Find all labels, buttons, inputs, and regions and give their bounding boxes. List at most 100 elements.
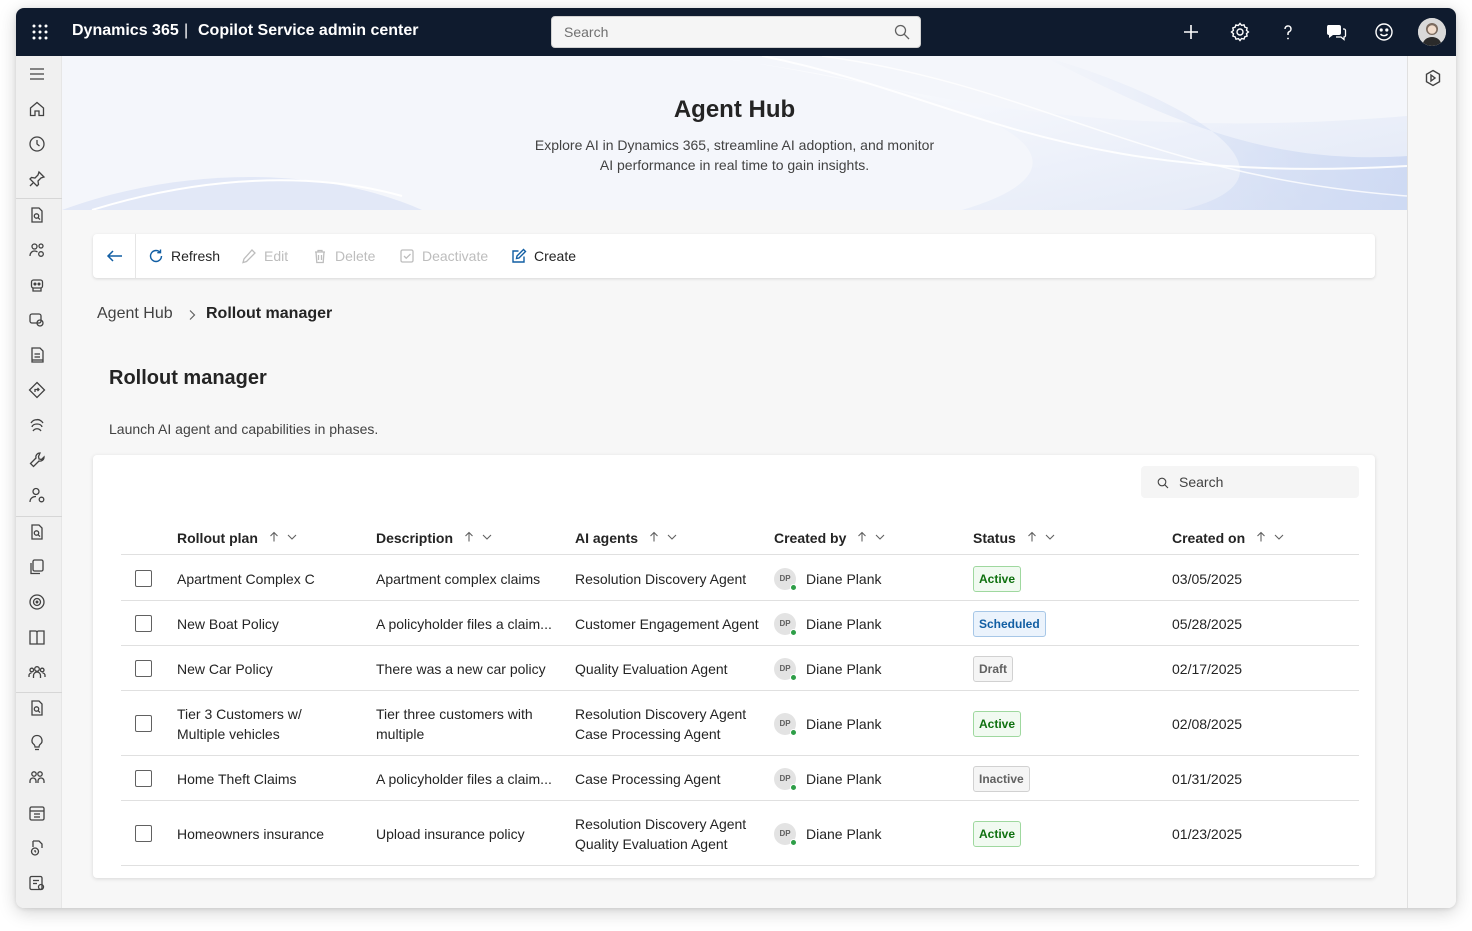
presence-available-icon [790, 783, 797, 791]
chat-icon[interactable] [1324, 20, 1348, 44]
column-header-created-on[interactable]: Created on [1172, 530, 1291, 546]
sort-ascending-arrow-icon[interactable] [268, 530, 286, 546]
app-name[interactable]: Copilot Service admin center [198, 22, 419, 40]
people-team-icon[interactable] [27, 662, 47, 682]
copy-icon[interactable] [27, 557, 47, 577]
created-on-cell: 01/31/2025 [1172, 770, 1243, 787]
fingerprint-icon[interactable] [27, 415, 47, 435]
wrench-icon[interactable] [27, 450, 47, 470]
ai-agents-cell: Quality Evaluation Agent [575, 835, 728, 852]
pin-icon[interactable] [27, 169, 47, 189]
document-clock-icon[interactable] [27, 838, 47, 858]
add-icon[interactable] [1179, 20, 1203, 44]
row-select-checkbox[interactable] [135, 825, 152, 842]
list-settings-icon[interactable] [27, 873, 47, 893]
column-header-description[interactable]: Description [376, 530, 499, 546]
chat-settings-icon[interactable] [27, 310, 47, 330]
deactivate-button[interactable]: Deactivate [398, 234, 488, 278]
column-header-created-by[interactable]: Created by [774, 530, 892, 546]
sort-ascending-arrow-icon[interactable] [463, 530, 481, 546]
column-menu-chevron-down-icon[interactable] [481, 530, 499, 546]
lightbulb-icon[interactable] [27, 733, 47, 753]
avatar: DP [774, 712, 797, 736]
column-menu-chevron-down-icon[interactable] [286, 530, 304, 546]
row-select-checkbox[interactable] [135, 770, 152, 787]
column-header-ai-agents[interactable]: AI agents [575, 530, 684, 546]
document-search-icon[interactable] [27, 698, 47, 718]
document-search-icon[interactable] [27, 205, 47, 225]
app-launcher-icon[interactable] [28, 20, 52, 44]
table-row[interactable]: New Car Policy There was a new car policy… [121, 646, 1359, 691]
menu-icon[interactable] [27, 64, 47, 84]
column-header-status[interactable]: Status [973, 530, 1062, 546]
recent-icon[interactable] [27, 134, 47, 154]
status-badge: Scheduled [973, 610, 1046, 637]
created-by-persona[interactable]: DP Diane Plank [774, 767, 882, 791]
grid-search-input[interactable] [1171, 466, 1356, 498]
rollout-plan-cell: New Boat Policy [177, 615, 279, 632]
sort-ascending-arrow-icon[interactable] [856, 530, 874, 546]
created-on-cell: 03/05/2025 [1172, 570, 1243, 587]
edit-button[interactable]: Edit [240, 234, 288, 278]
created-by-persona[interactable]: DP Diane Plank [774, 657, 882, 681]
column-menu-chevron-down-icon[interactable] [666, 530, 684, 546]
table-row[interactable]: Homeowners insurance Upload insurance pol… [121, 801, 1359, 866]
column-header-label: Description [376, 530, 454, 546]
people-queue-icon[interactable] [27, 768, 47, 788]
sort-ascending-arrow-icon[interactable] [1026, 530, 1044, 546]
routing-icon[interactable] [27, 380, 47, 400]
search-icon[interactable] [894, 24, 910, 40]
avatar-initials: DP [779, 664, 791, 673]
created-by-persona[interactable]: DP Diane Plank [774, 612, 882, 636]
table-row[interactable]: Home Theft Claims A policyholder files a … [121, 756, 1359, 801]
calendar-icon[interactable] [27, 803, 47, 823]
sort-ascending-arrow-icon[interactable] [1255, 530, 1273, 546]
search-icon [1157, 476, 1169, 489]
help-icon[interactable] [1276, 20, 1300, 44]
user-avatar[interactable] [1418, 18, 1446, 46]
table-row[interactable]: New Boat Policy A policyholder files a cl… [121, 601, 1359, 646]
back-arrow-icon[interactable] [103, 244, 127, 268]
presence-available-icon [790, 673, 797, 681]
created-by-persona[interactable]: DP Diane Plank [774, 712, 882, 736]
document-search-icon[interactable] [27, 522, 47, 542]
command-divider [135, 234, 136, 278]
table-row[interactable]: Apartment Complex C Apartment complex cla… [121, 556, 1359, 601]
copilot-icon[interactable] [1423, 68, 1443, 88]
settings-gear-icon[interactable] [1228, 20, 1252, 44]
column-header-label: Created by [774, 530, 847, 546]
people-settings-icon[interactable] [27, 240, 47, 260]
row-select-checkbox[interactable] [135, 660, 152, 677]
row-select-checkbox[interactable] [135, 715, 152, 732]
column-menu-chevron-down-icon[interactable] [1273, 530, 1291, 546]
home-icon[interactable] [27, 99, 47, 119]
create-compose-icon [512, 248, 527, 263]
book-icon[interactable] [27, 627, 47, 647]
status-badge: Active [973, 820, 1022, 847]
delete-button[interactable]: Delete [311, 234, 375, 278]
refresh-button[interactable]: Refresh [147, 234, 220, 278]
column-menu-chevron-down-icon[interactable] [1044, 530, 1062, 546]
global-search-input[interactable] [552, 17, 882, 47]
bot-icon[interactable] [27, 275, 47, 295]
column-header-label: AI agents [575, 530, 639, 546]
create-button[interactable]: Create [510, 234, 576, 278]
column-menu-chevron-down-icon[interactable] [874, 530, 892, 546]
sort-ascending-arrow-icon[interactable] [648, 530, 666, 546]
row-select-checkbox[interactable] [135, 570, 152, 587]
ai-agents-cell: Resolution Discovery Agent [575, 815, 747, 832]
breadcrumb-parent[interactable]: Agent Hub [97, 305, 173, 323]
description-cell: Apartment complex claims [376, 570, 541, 587]
column-header-rollout-plan[interactable]: Rollout plan [177, 530, 304, 546]
target-icon[interactable] [27, 592, 47, 612]
row-select-checkbox[interactable] [135, 615, 152, 632]
presence-available-icon [790, 583, 797, 591]
notebook-icon[interactable] [27, 345, 47, 365]
column-header-label: Created on [1172, 530, 1246, 546]
created-by-persona[interactable]: DP Diane Plank [774, 822, 882, 846]
feedback-smiley-icon[interactable] [1372, 20, 1396, 44]
created-by-persona[interactable]: DP Diane Plank [774, 567, 882, 591]
brand-name[interactable]: Dynamics 365 [72, 22, 179, 40]
table-row[interactable]: Tier 3 Customers w/Multiple vehicles Tier… [121, 691, 1359, 756]
person-settings-icon[interactable] [27, 485, 47, 505]
